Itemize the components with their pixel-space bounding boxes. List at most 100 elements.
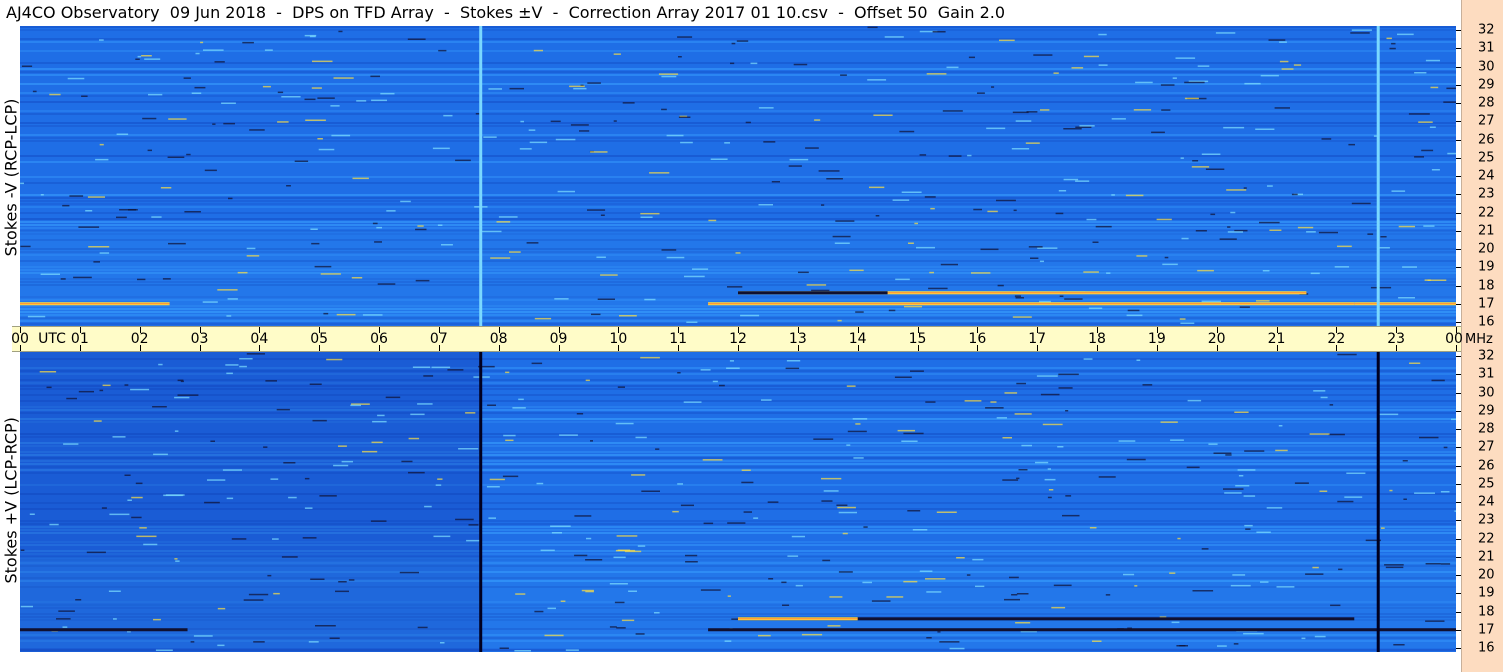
spectrogram-band bbox=[20, 194, 1456, 196]
freq-tick-label: 17 bbox=[1478, 296, 1495, 312]
spectrogram-speckle bbox=[1230, 211, 1236, 214]
spectrogram-speckle bbox=[555, 138, 576, 141]
freq-tick-mark bbox=[1456, 447, 1461, 449]
spectrogram-speckle bbox=[795, 584, 803, 587]
spectrogram-speckle bbox=[443, 114, 453, 117]
spectrogram-speckle bbox=[1065, 495, 1072, 497]
spectrogram-speckle bbox=[1440, 491, 1450, 493]
freq-tick-mark bbox=[1456, 556, 1461, 558]
spectrogram-burst-core bbox=[1354, 303, 1456, 305]
spectrogram-speckle bbox=[1184, 81, 1205, 84]
spectrogram-speckle bbox=[226, 372, 233, 375]
freq-tick-mark bbox=[1456, 139, 1461, 141]
spectrogram-speckle bbox=[1018, 469, 1028, 471]
spectrogram-speckle bbox=[768, 578, 774, 580]
freq-tick-mark bbox=[1456, 483, 1461, 485]
spectrogram-speckle bbox=[1223, 488, 1244, 490]
spectrogram-speckle bbox=[1408, 113, 1430, 115]
spectrogram-speckle bbox=[1385, 566, 1404, 569]
spectrogram-vertical-line bbox=[1376, 352, 1380, 652]
spectrogram-speckle bbox=[348, 579, 355, 581]
freq-tick-mark bbox=[1456, 84, 1461, 86]
bottom-spectrogram[interactable] bbox=[20, 352, 1456, 652]
top-panel-label: Stokes -V (RCP-LCP) bbox=[1, 98, 21, 257]
spectrogram-speckle bbox=[967, 154, 972, 157]
spectrogram-speckle bbox=[758, 107, 774, 109]
spectrogram-speckle bbox=[616, 535, 638, 537]
time-tick-mark bbox=[259, 345, 261, 351]
spectrogram-speckle bbox=[836, 504, 848, 506]
spectrogram-band bbox=[20, 29, 1456, 31]
spectrogram-speckle bbox=[152, 406, 167, 408]
time-tick-mark bbox=[1336, 327, 1338, 333]
spectrogram-speckle bbox=[277, 121, 289, 123]
spectrogram-speckle bbox=[304, 477, 310, 480]
spectrogram-speckle bbox=[1098, 476, 1116, 478]
time-tick-mark bbox=[319, 327, 321, 333]
spectrogram-speckle bbox=[740, 314, 760, 317]
spectrogram-speckle bbox=[547, 607, 556, 610]
spectrogram-speckle bbox=[1384, 564, 1404, 566]
spectrogram-band bbox=[20, 221, 1456, 223]
spectrogram-speckle bbox=[167, 156, 185, 158]
spectrogram-speckle bbox=[641, 490, 660, 492]
spectrogram-speckle bbox=[919, 570, 933, 572]
spectrogram-speckle bbox=[1443, 101, 1456, 103]
spectrogram-speckle bbox=[99, 252, 110, 254]
spectrogram-speckle bbox=[415, 279, 430, 282]
freq-tick-mark bbox=[1456, 212, 1461, 214]
freq-tick-mark bbox=[1456, 322, 1461, 323]
spectrogram-speckle bbox=[217, 644, 225, 647]
spectrogram-speckle bbox=[903, 580, 918, 583]
spectrogram-speckle bbox=[724, 142, 730, 144]
time-tick-mark bbox=[1396, 345, 1398, 351]
spectrogram-speckle bbox=[1279, 41, 1287, 43]
spectrogram-speckle bbox=[73, 276, 92, 279]
spectrogram-speckle bbox=[486, 486, 500, 488]
spectrogram-speckle bbox=[997, 284, 1004, 287]
spectrogram-speckle bbox=[597, 298, 615, 300]
spectrogram-band bbox=[20, 26, 1456, 28]
spectrogram-speckle bbox=[377, 283, 396, 285]
spectrogram-speckle bbox=[1053, 584, 1072, 587]
spectrogram-band bbox=[20, 218, 1456, 220]
spectrogram-speckle bbox=[151, 216, 162, 218]
spectrogram-speckle bbox=[996, 199, 1016, 202]
time-tick-mark bbox=[1097, 345, 1098, 351]
spectrogram-speckle bbox=[1403, 498, 1407, 500]
spectrogram-speckle bbox=[726, 367, 740, 369]
spectrogram-speckle bbox=[1219, 238, 1237, 240]
spectrogram-speckle bbox=[904, 305, 922, 308]
spectrogram-speckle bbox=[793, 63, 808, 66]
top-spectrogram[interactable] bbox=[20, 26, 1456, 326]
spectrogram-speckle bbox=[294, 160, 309, 162]
spectrogram-speckle bbox=[1160, 84, 1175, 86]
spectrogram-speckle bbox=[1409, 362, 1421, 364]
spectrogram-speckle bbox=[1015, 297, 1024, 299]
spectrogram-speckle bbox=[351, 277, 363, 279]
spectrogram-speckle bbox=[1226, 189, 1247, 191]
spectrogram-speckle bbox=[644, 298, 656, 301]
spectrogram-speckle bbox=[1161, 109, 1171, 111]
spectrogram-speckle bbox=[267, 574, 272, 577]
spectrogram-speckle bbox=[465, 412, 476, 414]
spectrogram-speckle bbox=[1414, 156, 1424, 158]
spectrogram-speckle bbox=[1083, 358, 1093, 360]
spectrogram-speckle bbox=[942, 110, 963, 112]
spectrogram-speckle bbox=[615, 549, 636, 552]
freq-tick-label: 20 bbox=[1478, 567, 1495, 583]
spectrogram-speckle bbox=[483, 136, 497, 138]
spectrogram-speckle bbox=[246, 247, 256, 250]
spectrogram-speckle bbox=[703, 522, 714, 525]
freq-tick-label: 26 bbox=[1478, 132, 1495, 147]
spectrogram-speckle bbox=[700, 589, 721, 591]
spectrogram-speckle bbox=[827, 625, 841, 627]
spectrogram-speckle bbox=[1208, 443, 1218, 445]
spectrogram-speckle bbox=[949, 647, 965, 650]
spectrogram-speckle bbox=[1047, 468, 1051, 470]
spectrogram-speckle bbox=[551, 532, 562, 534]
spectrogram-speckle bbox=[771, 181, 780, 183]
spectrogram-speckle bbox=[352, 177, 369, 180]
spectrogram-speckle bbox=[640, 212, 660, 215]
spectrogram-speckle bbox=[374, 241, 382, 243]
